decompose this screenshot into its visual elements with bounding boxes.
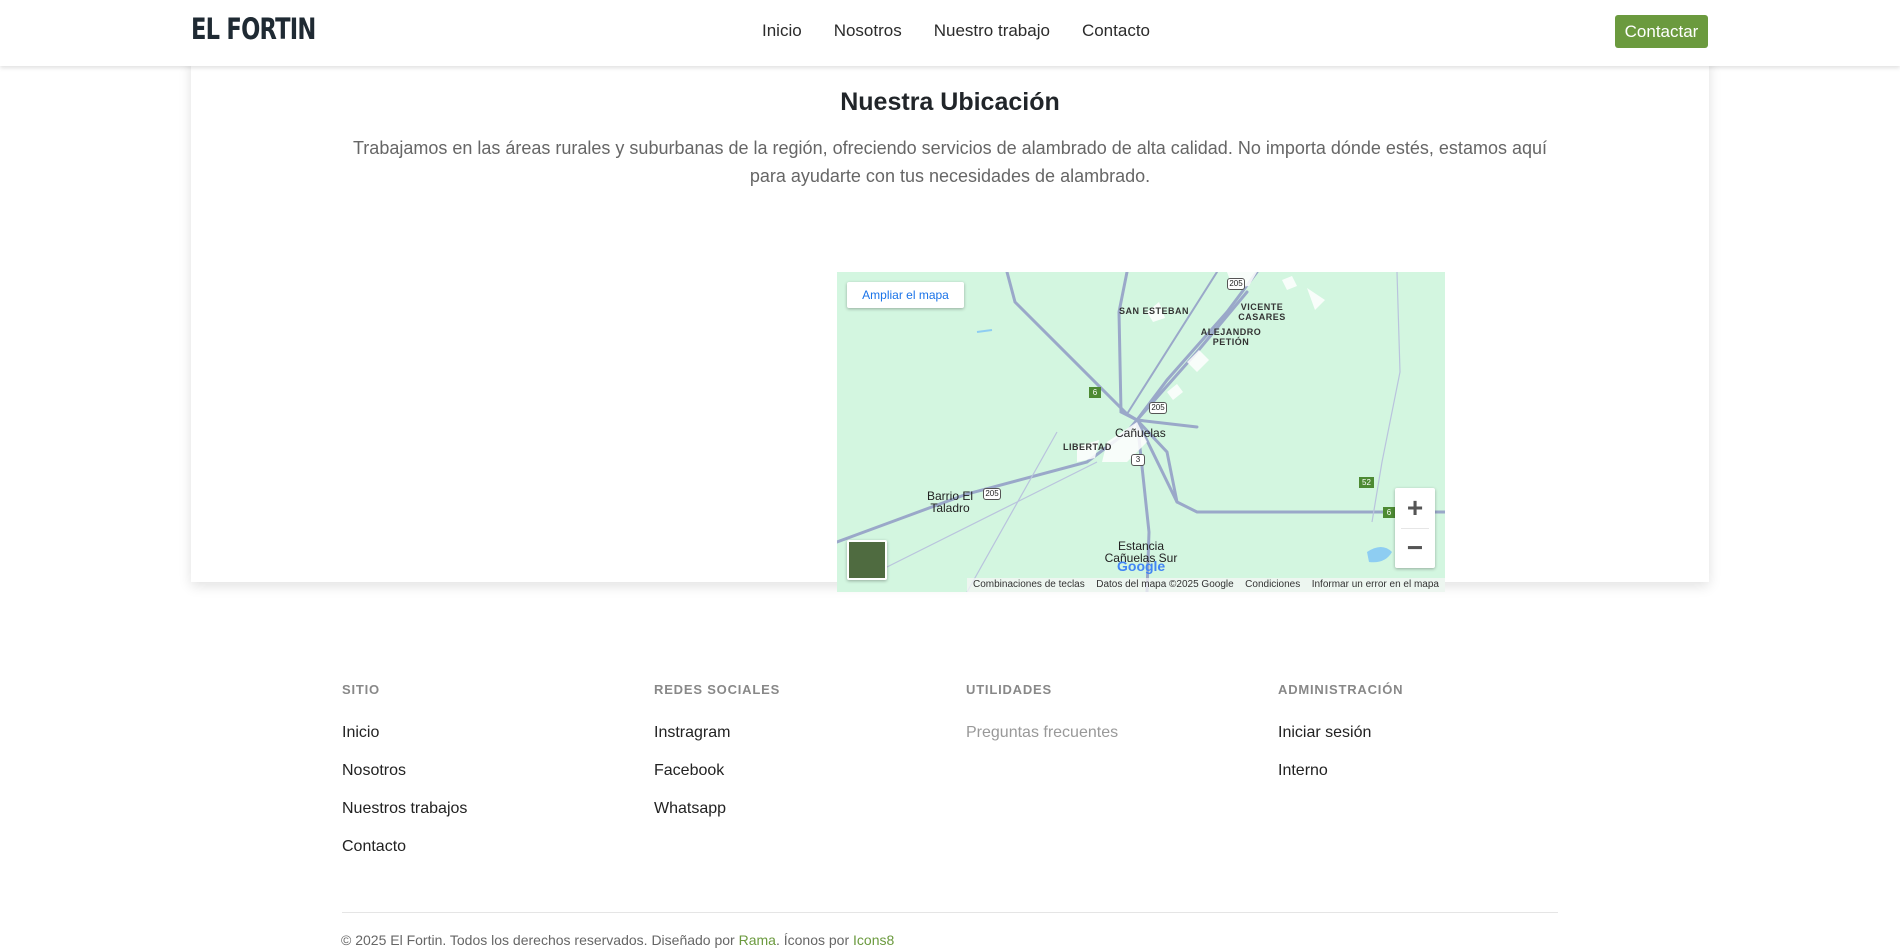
- map-label-alejandro-petion: ALEJANDRO PETIÓN: [1200, 327, 1262, 347]
- icons-prefix: . Íconos por: [775, 932, 854, 948]
- route-shield-6: 6: [1089, 387, 1101, 398]
- footer-column-utilidades: UTILIDADES Preguntas frecuentes: [966, 682, 1118, 761]
- copyright-prefix: © 2025 El Fortin. Todos los derechos res…: [341, 932, 739, 948]
- footer-link-instagram[interactable]: Instragram: [654, 723, 780, 742]
- footer-column-admin: ADMINISTRACIÓN Iniciar sesión Interno: [1278, 682, 1403, 799]
- footer-column-redes: REDES SOCIALES Instragram Facebook Whats…: [654, 682, 780, 837]
- copyright-text: © 2025 El Fortin. Todos los derechos res…: [341, 932, 894, 948]
- route-shield-52: 52: [1359, 477, 1374, 488]
- route-shield-205: 205: [1149, 402, 1167, 414]
- footer-divider: [342, 912, 1558, 913]
- footer-link-login[interactable]: Iniciar sesión: [1278, 723, 1403, 742]
- brand-logo[interactable]: EL FORTIN: [191, 12, 316, 46]
- zoom-out-button[interactable]: −: [1395, 528, 1435, 568]
- location-title: Nuestra Ubicación: [840, 88, 1060, 116]
- map-label-libertad: LIBERTAD: [1063, 442, 1112, 452]
- terms-link[interactable]: Condiciones: [1245, 579, 1300, 591]
- footer-link-nosotros[interactable]: Nosotros: [342, 761, 467, 780]
- nav-link-inicio[interactable]: Inicio: [762, 21, 802, 41]
- footer-link-faq[interactable]: Preguntas frecuentes: [966, 723, 1118, 742]
- footer-link-facebook[interactable]: Facebook: [654, 761, 780, 780]
- map-label-canuelas: Cañuelas: [1115, 426, 1166, 440]
- location-description: Trabajamos en las áreas rurales y suburb…: [352, 138, 1547, 186]
- top-navbar: EL FORTIN Inicio Nosotros Nuestro trabaj…: [0, 0, 1900, 66]
- route-shield-3: 3: [1131, 454, 1145, 466]
- main-nav: Inicio Nosotros Nuestro trabajo Contacto: [762, 21, 1182, 41]
- route-shield-205: 205: [1227, 278, 1245, 290]
- satellite-toggle-thumbnail[interactable]: [847, 540, 887, 580]
- footer-link-whatsapp[interactable]: Whatsapp: [654, 799, 780, 818]
- embedded-map[interactable]: Ampliar el mapa SAN ESTEBAN VICENTE CASA…: [837, 272, 1445, 592]
- footer-heading-utilidades: UTILIDADES: [966, 682, 1052, 697]
- zoom-divider: [1401, 528, 1429, 529]
- zoom-in-button[interactable]: +: [1395, 488, 1435, 528]
- nav-link-contacto[interactable]: Contacto: [1082, 21, 1150, 41]
- route-shield-6: 6: [1383, 507, 1395, 518]
- google-logo: Google: [1117, 558, 1166, 574]
- map-attribution: Combinaciones de teclas Datos del mapa ©…: [967, 578, 1445, 592]
- footer-heading-redes: REDES SOCIALES: [654, 682, 781, 697]
- nav-link-nuestro-trabajo[interactable]: Nuestro trabajo: [934, 21, 1050, 41]
- route-shield-205: 205: [983, 488, 1001, 500]
- report-error-link[interactable]: Informar un error en el mapa: [1312, 579, 1439, 591]
- keyboard-shortcuts-link[interactable]: Combinaciones de teclas: [973, 579, 1085, 591]
- footer-heading-sitio: SITIO: [342, 682, 380, 697]
- contact-button[interactable]: Contactar: [1615, 15, 1708, 48]
- map-label-barrio-el-taladro: Barrio El Taladro: [926, 489, 973, 515]
- footer-link-interno[interactable]: Interno: [1278, 761, 1403, 780]
- location-card: Nuestra Ubicación Trabajamos en las área…: [191, 50, 1709, 592]
- icons8-link[interactable]: Icons8: [853, 932, 894, 948]
- map-data-text: Datos del mapa ©2025 Google: [1096, 579, 1234, 590]
- footer-heading-admin: ADMINISTRACIÓN: [1278, 682, 1404, 697]
- map-label-vicente-casares: VICENTE CASARES: [1238, 302, 1286, 322]
- nav-link-nosotros[interactable]: Nosotros: [834, 21, 902, 41]
- footer-link-nuestros-trabajos[interactable]: Nuestros trabajos: [342, 799, 467, 818]
- footer-link-inicio[interactable]: Inicio: [342, 723, 467, 742]
- footer-column-sitio: SITIO Inicio Nosotros Nuestros trabajos …: [342, 682, 467, 875]
- enlarge-map-button[interactable]: Ampliar el mapa: [847, 282, 964, 308]
- map-label-san-esteban: SAN ESTEBAN: [1119, 306, 1190, 316]
- map-zoom-control: + −: [1395, 488, 1435, 568]
- designer-link[interactable]: Rama: [739, 932, 776, 948]
- footer-link-contacto[interactable]: Contacto: [342, 837, 467, 856]
